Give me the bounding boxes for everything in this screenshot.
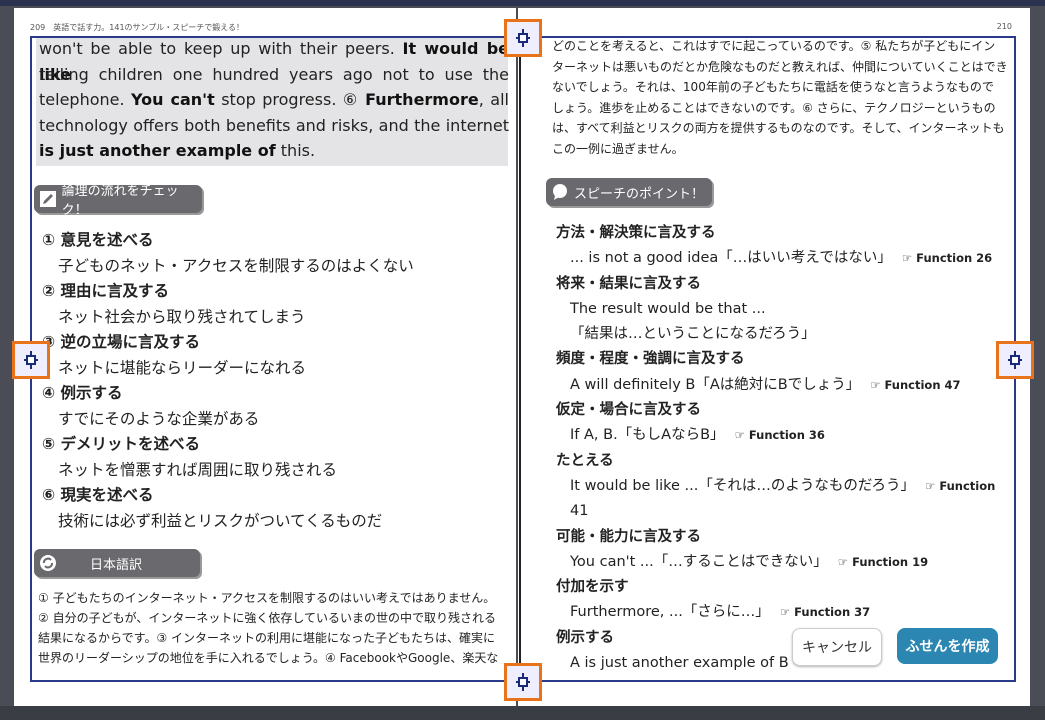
points-list: 方法・解決策に言及する ... is not a good idea「…はいい考え… — [556, 221, 1030, 676]
right-page: 210 どのことを考えると、これはすでに起こっているのです。⑤ 私たちが子どもに… — [518, 8, 1030, 710]
english-line: telling children one hundred years ago n… — [39, 64, 509, 84]
function-reference: ☞ Function — [925, 478, 996, 493]
translation-line: ないでしょう。それは、100年前の子どもたちに電話を使うなと言うようなもので — [552, 80, 994, 94]
logic-heading: ③ 逆の立場に言及する — [42, 333, 201, 351]
point-detail: You can't ...「…することはできない」 ☞ Function 19 — [556, 550, 1030, 575]
logic-heading: ② 理由に言及する — [42, 282, 170, 300]
point-text: ... is not a good idea「…はいい考えではない」 — [570, 250, 892, 267]
point-detail: The result would be that ... — [556, 297, 1030, 322]
page-header: 209 英語で話す力。141のサンプル・スピーチで鍛える！ — [30, 23, 245, 32]
function-reference: ☞ Function 37 — [779, 605, 871, 620]
translation-line: ① 子どもたちのインターネット・アクセスを制限するのはいい考えではありません。 — [38, 591, 496, 605]
point-text: 41 — [570, 503, 589, 520]
point-text: You can't ...「…することはできない」 — [570, 553, 828, 570]
point-detail: It would be like ...「それは…のようなものだろう」 ☞ Fun… — [556, 474, 1030, 499]
left-page: 209 英語で話す力。141のサンプル・スピーチで鍛える！ won't be a… — [14, 8, 516, 710]
refresh-icon — [39, 554, 57, 572]
point-heading: 付加を示す — [556, 579, 629, 596]
points-tag-label: スピーチのポイント！ — [574, 186, 705, 202]
point-heading: 方法・解決策に言及する — [556, 225, 716, 241]
translation-line: この一例に過ぎません。 — [552, 141, 684, 156]
logic-detail: すでにそのような企業がある — [58, 409, 260, 428]
point-text: Furthermore, ...「さらに…」 — [570, 604, 770, 621]
logic-detail: ネットに堪能ならリーダーになれる — [58, 358, 307, 377]
logic-detail: 子どものネット・アクセスを制限するのはよくない — [58, 256, 414, 275]
resize-handle-top[interactable] — [504, 19, 542, 57]
point-detail: ... is not a good idea「…はいい考えではない」 ☞ Func… — [556, 246, 1030, 271]
top-bar — [0, 0, 1045, 6]
page-number: 210 — [996, 22, 1012, 31]
pencil-icon — [39, 190, 57, 208]
crosshair-icon — [507, 666, 539, 698]
logic-detail: ネットを憎悪すれば周囲に取り残される — [58, 460, 338, 479]
resize-handle-left[interactable] — [12, 341, 50, 379]
logic-list: ① 意見を述べる子どものネット・アクセスを制限するのはよくない ② 理由に言及する… — [42, 228, 512, 534]
point-heading: たとえる — [556, 452, 614, 469]
resize-handle-bottom[interactable] — [504, 663, 542, 701]
point-text: 「結果は…ということになるだろう」 — [570, 326, 816, 343]
resize-handle-right[interactable] — [996, 341, 1034, 379]
point-detail: If A, B.「もしAならB」 ☞ Function 36 — [556, 423, 1030, 448]
logic-heading: ⑤ デメリットを述べる — [42, 435, 201, 453]
point-heading: 可能・能力に言及する — [556, 528, 701, 545]
translation-line: しょう。進歩を止めることはできないのです。⑥ さらに、テクノロジーというもの — [552, 100, 996, 115]
english-line: telephone. You can't stop progress. ⑥ Fu… — [39, 90, 509, 109]
point-detail: Furthermore, ...「さらに…」 ☞ Function 37 — [556, 600, 1030, 625]
translation-line: ターネットは悪いものだとか危険なものだと教えれば、仲間についていくことはでき — [552, 59, 1008, 74]
logic-heading: ⑥ 現実を述べる — [42, 486, 154, 504]
create-sticky-note-button[interactable]: ふせんを作成 — [897, 628, 998, 664]
point-detail: A will definitely B「Aは絶対にBでしょう」 ☞ Functio… — [556, 373, 1030, 398]
function-reference: ☞ Function 36 — [734, 428, 825, 443]
point-text: A will definitely B「Aは絶対にBでしょう」 — [570, 376, 861, 393]
point-text: If A, B.「もしAならB」 — [570, 427, 725, 444]
english-line: technology offers both benefits and risk… — [39, 115, 509, 135]
crosshair-icon — [507, 22, 539, 54]
logic-check-tag: 論理の流れをチェック！ — [34, 184, 202, 218]
point-text: It would be like ...「それは…のようなものだろう」 — [570, 477, 915, 494]
translation-line: 結果になるからです。③ インターネットの利用に堪能になった子どもたちは、確実に — [38, 631, 496, 645]
function-reference: ☞ Function 19 — [837, 554, 929, 569]
cancel-button[interactable]: キャンセル — [792, 628, 882, 666]
translation-left: ① 子どもたちのインターネット・アクセスを制限するのはいい考えではありません。 ②… — [38, 588, 516, 668]
translation-tag-label: 日本語訳 — [90, 557, 143, 573]
logic-tag-label: 論理の流れをチェック！ — [61, 184, 179, 218]
function-reference: ☞ Function 26 — [901, 251, 993, 266]
translation-line: は、すべて利益とリスクの両方を提供するものなのです。そして、インターネットも — [552, 121, 1005, 135]
point-heading: 頻度・程度・強調に言及する — [556, 351, 745, 368]
page-gutter — [519, 38, 521, 680]
point-text: A is just another example of B — [570, 655, 789, 672]
point-detail: 「結果は…ということになるだろう」 — [556, 322, 1030, 347]
translation-right: どのことを考えると、これはすでに起こっているのです。⑤ 私たちが子どもにイン ター… — [552, 36, 1030, 159]
logic-heading: ① 意見を述べる — [42, 231, 154, 249]
logic-heading: ④ 例示する — [42, 384, 123, 402]
translation-line: ② 自分の子どもが、インターネットに強く依存しているいまの世の中で取り残される — [38, 611, 496, 625]
translation-tag: 日本語訳 — [34, 549, 200, 577]
point-heading: 仮定・場合に言及する — [556, 402, 701, 419]
bottom-bar — [0, 706, 1045, 720]
function-reference: ☞ Function 47 — [870, 377, 961, 392]
translation-line: 世界のリーダーシップの地位を手に入れるでしょう。④ FacebookやGoogl… — [38, 651, 499, 665]
logic-detail: 技術には必ず利益とリスクがついてくるものだ — [58, 511, 383, 530]
point-text: The result would be that ... — [570, 300, 766, 317]
point-heading: 将来・結果に言及する — [556, 275, 701, 292]
translation-line: どのことを考えると、これはすでに起こっているのです。⑤ 私たちが子どもにイン — [552, 39, 996, 53]
english-line: is just another example of this. — [39, 141, 316, 160]
speech-bubble-icon — [551, 183, 569, 201]
crosshair-icon — [15, 344, 47, 376]
point-detail: 41 — [556, 499, 1030, 524]
crosshair-icon — [999, 344, 1031, 376]
logic-detail: ネット社会から取り残されてしまう — [58, 307, 306, 326]
speech-points-tag: スピーチのポイント！ — [546, 178, 712, 206]
